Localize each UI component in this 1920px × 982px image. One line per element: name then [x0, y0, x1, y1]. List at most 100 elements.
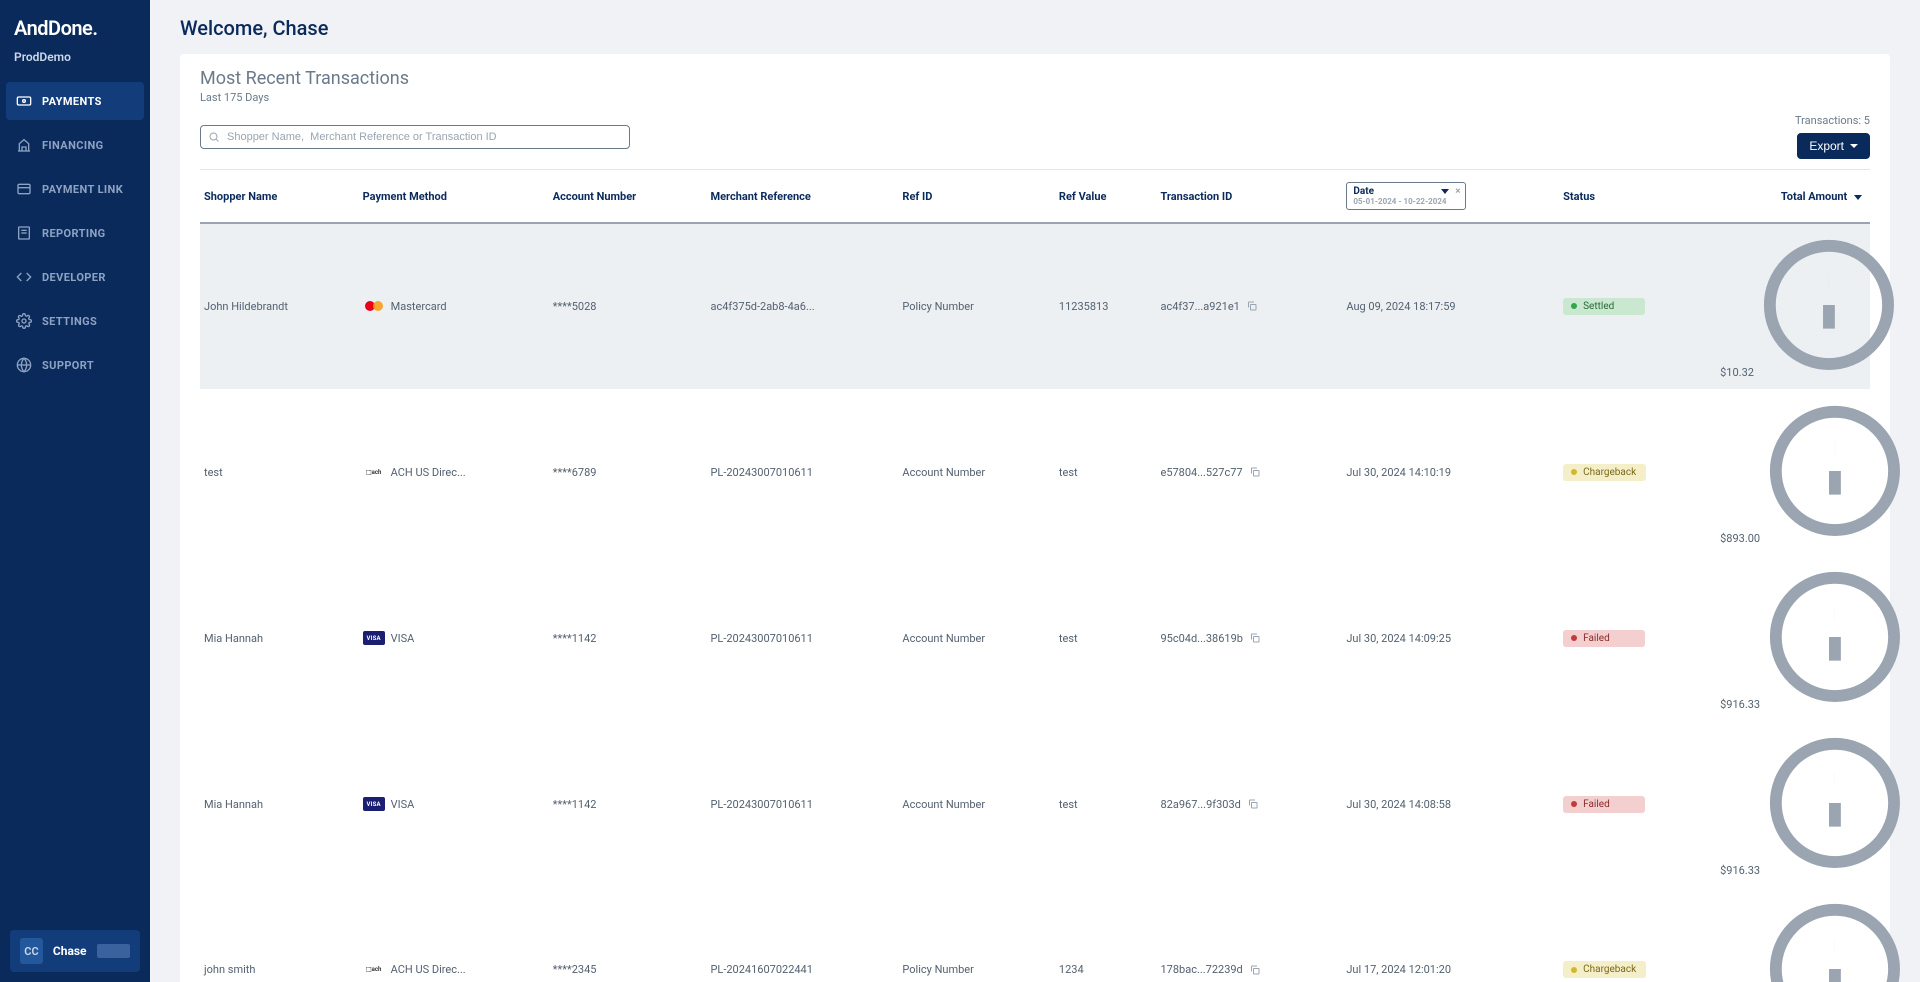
panel-subtitle: Last 175 Days	[200, 91, 1870, 104]
col-transaction-id[interactable]: Transaction ID	[1156, 170, 1342, 223]
sidebar-item-payments[interactable]: PAYMENTS	[6, 82, 144, 120]
main-content: Welcome, Chase Most Recent Transactions …	[150, 0, 1920, 982]
cell-amount: $568.50	[1716, 887, 1870, 982]
copy-icon[interactable]	[1247, 798, 1259, 810]
payments-icon	[16, 93, 32, 109]
date-filter[interactable]: Date 05-01-2024 - 10-22-2024 ×	[1346, 182, 1465, 210]
cell-transaction-id: ac4f37...a921e1	[1156, 223, 1342, 389]
col-ref-value[interactable]: Ref Value	[1055, 170, 1157, 223]
cell-amount: $916.33	[1716, 721, 1870, 887]
cell-amount: $10.32	[1716, 223, 1870, 389]
org-name: ProdDemo	[0, 50, 150, 82]
cell-ref-id: Account Number	[898, 555, 1055, 721]
sidebar-item-paymentlink[interactable]: PAYMENT LINK	[6, 170, 144, 208]
cell-date: Jul 30, 2024 14:10:19	[1342, 389, 1559, 555]
cell-ref-id: Policy Number	[898, 887, 1055, 982]
cell-merchant-ref: PL-20241607022441	[706, 887, 898, 982]
settings-icon	[16, 313, 32, 329]
cell-ref-id: Account Number	[898, 389, 1055, 555]
cell-transaction-id: 178bac...72239d	[1156, 887, 1342, 982]
col-status[interactable]: Status	[1559, 170, 1716, 223]
sidebar-item-label: PAYMENT LINK	[42, 183, 123, 196]
sidebar-item-label: REPORTING	[42, 227, 106, 240]
method-label: Mastercard	[391, 300, 447, 313]
info-icon[interactable]	[1764, 698, 1906, 711]
info-icon[interactable]	[1758, 366, 1900, 379]
info-icon[interactable]	[1764, 864, 1906, 877]
ach-icon: ⬚ach	[363, 963, 385, 977]
method-label: ACH US Direc...	[391, 963, 466, 976]
cell-shopper: john smith	[200, 887, 359, 982]
cell-ref-value: test	[1055, 555, 1157, 721]
copy-icon[interactable]	[1246, 300, 1258, 312]
cell-merchant-ref: PL-20243007010611	[706, 721, 898, 887]
sidebar-item-label: SUPPORT	[42, 359, 94, 372]
txid-text: e57804...527c77	[1160, 466, 1242, 479]
cell-ref-value: test	[1055, 721, 1157, 887]
copy-icon[interactable]	[1249, 466, 1261, 478]
sort-desc-icon	[1854, 195, 1862, 200]
txid-text: 82a967...9f303d	[1160, 798, 1240, 811]
user-chip[interactable]: CC Chase	[10, 930, 140, 972]
cell-shopper: John Hildebrandt	[200, 223, 359, 389]
cell-shopper: test	[200, 389, 359, 555]
sidebar-item-label: PAYMENTS	[42, 95, 102, 108]
cell-method: VISA VISA	[359, 555, 549, 721]
transactions-panel: Most Recent Transactions Last 175 Days T…	[180, 54, 1890, 982]
nav-list: PAYMENTS FINANCING PAYMENT LINK REPORTING DE…	[0, 82, 150, 390]
col-amount[interactable]: Total Amount	[1716, 170, 1870, 223]
financing-icon	[16, 137, 32, 153]
cell-ref-id: Policy Number	[898, 223, 1055, 389]
cell-shopper: Mia Hannah	[200, 721, 359, 887]
cell-date: Aug 09, 2024 18:17:59	[1342, 223, 1559, 389]
cell-method: Mastercard	[359, 223, 549, 389]
cell-method: ⬚ach ACH US Direc...	[359, 887, 549, 982]
table-row[interactable]: test⬚achACH US Direc...****6789PL-202430…	[200, 389, 1870, 555]
sidebar-item-label: SETTINGS	[42, 315, 97, 328]
col-merchant-ref[interactable]: Merchant Reference	[706, 170, 898, 223]
sidebar-item-developer[interactable]: DEVELOPER	[6, 258, 144, 296]
col-ref-id[interactable]: Ref ID	[898, 170, 1055, 223]
method-label: ACH US Direc...	[391, 466, 466, 479]
col-account[interactable]: Account Number	[549, 170, 707, 223]
table-row[interactable]: john smith ⬚ach ACH US Direc... ****2345PL-…	[200, 887, 1870, 982]
method-label: VISA	[391, 632, 415, 645]
col-shopper[interactable]: Shopper Name	[200, 170, 359, 223]
developer-icon	[16, 269, 32, 285]
sidebar-item-financing[interactable]: FINANCING	[6, 126, 144, 164]
chevron-down-icon	[1441, 189, 1449, 194]
table-row[interactable]: Mia HannahVISAVISA****1142PL-20243007010…	[200, 555, 1870, 721]
cell-method: ⬚achACH US Direc...	[359, 389, 549, 555]
cell-status: Settled	[1559, 223, 1716, 389]
status-badge: Chargeback	[1563, 464, 1646, 481]
close-icon[interactable]: ×	[1455, 186, 1460, 197]
cell-account: ****2345	[549, 887, 707, 982]
cell-status: Chargeback	[1559, 887, 1716, 982]
cell-account: ****5028	[549, 223, 707, 389]
col-date[interactable]: Date 05-01-2024 - 10-22-2024 ×	[1342, 170, 1559, 223]
mastercard-icon	[363, 299, 385, 313]
status-badge: Failed	[1563, 796, 1645, 813]
cell-method: VISAVISA	[359, 721, 549, 887]
table-row[interactable]: John Hildebrandt Mastercard ****5028 ac4f37…	[200, 223, 1870, 389]
copy-icon[interactable]	[1249, 632, 1261, 644]
page-title: Welcome, Chase	[180, 16, 1890, 40]
paymentlink-icon	[16, 181, 32, 197]
search-input[interactable]	[200, 125, 630, 149]
sidebar-item-support[interactable]: SUPPORT	[6, 346, 144, 384]
info-icon[interactable]	[1764, 532, 1906, 545]
visa-icon: VISA	[363, 631, 385, 645]
cell-status: Failed	[1559, 555, 1716, 721]
txid-text: 95c04d...38619b	[1160, 632, 1242, 645]
sidebar-item-reporting[interactable]: REPORTING	[6, 214, 144, 252]
col-method[interactable]: Payment Method	[359, 170, 549, 223]
cell-transaction-id: 95c04d...38619b	[1156, 555, 1342, 721]
cell-ref-value: 11235813	[1055, 223, 1157, 389]
sidebar-item-settings[interactable]: SETTINGS	[6, 302, 144, 340]
cell-date: Jul 30, 2024 14:08:58	[1342, 721, 1559, 887]
copy-icon[interactable]	[1249, 964, 1261, 976]
cell-date: Jul 17, 2024 12:01:20	[1342, 887, 1559, 982]
export-button[interactable]: Export	[1797, 133, 1870, 159]
export-label: Export	[1809, 139, 1844, 153]
table-row[interactable]: Mia HannahVISAVISA****1142PL-20243007010…	[200, 721, 1870, 887]
